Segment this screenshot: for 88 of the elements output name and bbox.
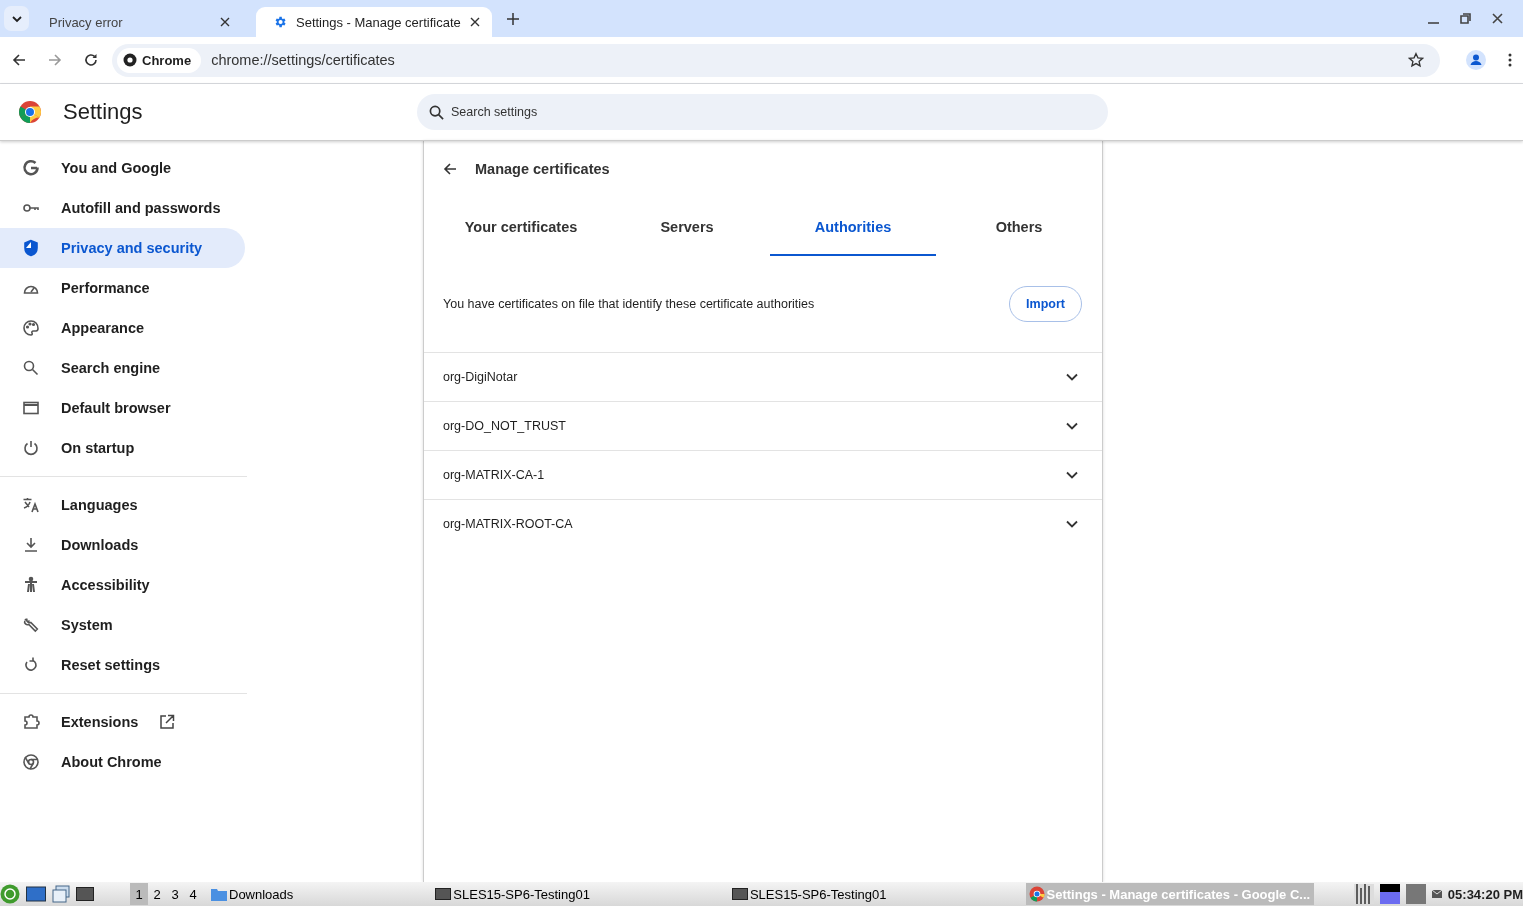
chrome-logo-icon: [18, 100, 42, 124]
back-icon[interactable]: [12, 53, 26, 67]
lang-icon: [22, 496, 40, 514]
workspace-button[interactable]: 4: [184, 883, 202, 905]
chrome-logo-icon: [1028, 886, 1045, 902]
expand-icon[interactable]: [1066, 422, 1078, 430]
network-graph-icon: [1405, 884, 1426, 904]
star-icon[interactable]: [1408, 52, 1424, 68]
back-icon[interactable]: [443, 162, 457, 176]
taskbar-task[interactable]: SLES15-SP6-Testing01: [432, 883, 593, 905]
sidebar-item[interactable]: On startup: [0, 428, 245, 468]
reload-icon[interactable]: [84, 53, 98, 67]
authority-row[interactable]: org-DigiNotar: [424, 353, 1102, 402]
external-link-icon: [159, 714, 176, 730]
sidebar-item[interactable]: Accessibility: [0, 565, 245, 605]
sidebar-item[interactable]: Search engine: [0, 348, 245, 388]
expand-icon[interactable]: [1066, 520, 1078, 528]
power-icon: [22, 439, 40, 457]
clock: 05:34:20 PM: [1447, 886, 1523, 902]
sidebar-item[interactable]: Languages: [0, 485, 245, 525]
sidebar-item[interactable]: About Chrome: [0, 742, 245, 782]
sidebar-item[interactable]: Reset settings: [0, 645, 245, 685]
authority-name: org-MATRIX-CA-1: [443, 468, 545, 482]
sidebar-item[interactable]: Privacy and security: [0, 228, 245, 268]
workspace-button[interactable]: 2: [148, 883, 166, 905]
chrome-icon: [22, 753, 40, 771]
profile-icon[interactable]: [1466, 50, 1486, 70]
restore-icon[interactable]: [1460, 13, 1471, 24]
person-icon: [22, 576, 40, 594]
windows-icon[interactable]: [52, 885, 70, 903]
browser-tab[interactable]: Privacy error: [32, 7, 242, 37]
tab-list-button[interactable]: [4, 6, 29, 31]
page-title: Manage certificates: [475, 161, 610, 177]
url-text: chrome://settings/certificates: [211, 52, 395, 68]
close-icon[interactable]: [1492, 13, 1503, 24]
search-field[interactable]: Search settings: [417, 94, 1108, 130]
forward-icon[interactable]: [48, 53, 62, 67]
workspace-button[interactable]: 3: [166, 883, 184, 905]
puzzle-icon: [22, 713, 40, 731]
menu-icon[interactable]: [1508, 53, 1512, 67]
address-bar[interactable]: Chrome chrome://settings/certificates: [112, 43, 1440, 77]
gear-icon: [273, 15, 287, 29]
chrome-logo-icon: [123, 53, 137, 67]
authority-row[interactable]: org-MATRIX-CA-1: [424, 451, 1102, 500]
certificate-tab[interactable]: Your certificates: [438, 200, 604, 256]
sidebar-item[interactable]: Appearance: [0, 308, 245, 348]
sidebar-item[interactable]: Performance: [0, 268, 245, 308]
close-icon[interactable]: [469, 17, 480, 27]
taskbar-task[interactable]: SLES15-SP6-Testing01: [728, 883, 890, 905]
sidebar-item[interactable]: You and Google: [0, 148, 245, 188]
expand-icon[interactable]: [1066, 373, 1078, 381]
certificate-tab[interactable]: Authorities: [770, 200, 936, 256]
desktop-icon[interactable]: [26, 886, 46, 902]
settings-title: Settings: [63, 99, 143, 125]
new-tab-icon[interactable]: [506, 12, 519, 25]
authority-name: org-DO_NOT_TRUST: [443, 419, 566, 433]
workspace-button[interactable]: 1: [130, 883, 148, 905]
authority-name: org-DigiNotar: [443, 370, 518, 384]
cpu-graph-icon: [1353, 884, 1374, 904]
taskbar-task[interactable]: Downloads: [208, 883, 297, 905]
window-thumbnail-icon: [731, 888, 748, 900]
palette-icon: [22, 319, 40, 337]
authority-row[interactable]: org-MATRIX-ROOT-CA: [424, 500, 1102, 548]
window-icon: [22, 399, 40, 417]
site-chip[interactable]: Chrome: [117, 47, 202, 73]
sidebar-item[interactable]: Downloads: [0, 525, 245, 565]
reset-icon: [22, 656, 40, 674]
certificate-tab[interactable]: Others: [936, 200, 1102, 256]
shield-icon: [22, 239, 40, 257]
close-icon[interactable]: [220, 17, 230, 27]
folder-icon: [211, 887, 227, 901]
wrench-icon: [22, 616, 40, 634]
authority-row[interactable]: org-DO_NOT_TRUST: [424, 402, 1102, 451]
window-thumbnail-icon: [435, 888, 452, 900]
expand-icon[interactable]: [1066, 471, 1078, 479]
browser-tab[interactable]: Settings - Manage certificate: [256, 7, 492, 37]
memory-graph-icon: [1379, 884, 1400, 904]
description-text: You have certificates on file that identify these certificate authorities: [443, 297, 815, 311]
sidebar-item[interactable]: System: [0, 605, 245, 645]
authority-name: org-MATRIX-ROOT-CA: [443, 517, 573, 531]
search-icon: [22, 359, 40, 377]
certificate-tab[interactable]: Servers: [604, 200, 770, 256]
sidebar-item[interactable]: Autofill and passwords: [0, 188, 245, 228]
mail-icon[interactable]: [1431, 890, 1442, 898]
download-icon: [22, 536, 40, 554]
g-icon: [22, 159, 40, 177]
sidebar-item[interactable]: Default browser: [0, 388, 245, 428]
sidebar-item[interactable]: Extensions: [0, 702, 245, 742]
